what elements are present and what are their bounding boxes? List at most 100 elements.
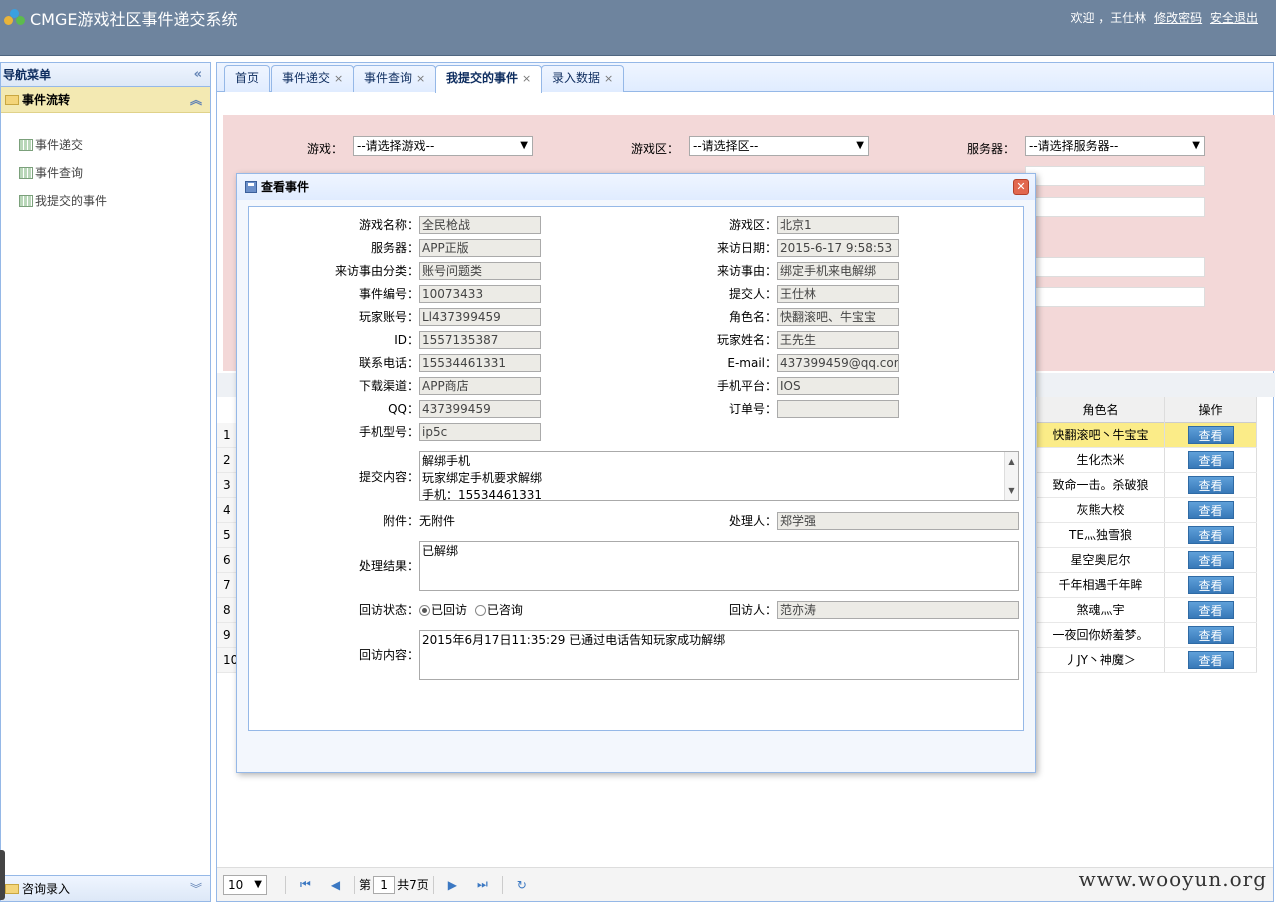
table-row[interactable]: 生化杰米 查看 — [1037, 448, 1257, 473]
table-row[interactable]: 煞魂灬宇 查看 — [1037, 598, 1257, 623]
email-field[interactable]: 437399459@qq.com — [777, 354, 899, 372]
next-page-icon[interactable]: ▶ — [448, 878, 457, 892]
view-button[interactable]: 查看 — [1187, 526, 1234, 544]
view-button[interactable]: 查看 — [1187, 626, 1234, 644]
pager-divider — [501, 875, 503, 894]
account-field[interactable]: Ll437399459 — [419, 308, 541, 326]
view-button[interactable]: 查看 — [1187, 576, 1234, 594]
close-icon[interactable]: ✕ — [1013, 179, 1029, 195]
scroll-up-icon[interactable]: ▲ — [1005, 453, 1018, 470]
table-row[interactable]: 星空奥尼尔 查看 — [1037, 548, 1257, 573]
server-select[interactable]: --请选择服务器-- ▼ — [1025, 136, 1205, 156]
event-no-field[interactable]: 10073433 — [419, 285, 541, 303]
order-field[interactable] — [777, 400, 899, 418]
qq-field[interactable]: 437399459 — [419, 400, 541, 418]
cubes-icon — [4, 9, 26, 27]
event-no-label: 事件编号： — [358, 287, 419, 301]
change-password-link[interactable]: 修改密码 — [1154, 11, 1202, 25]
table-row[interactable]: 灰熊大校 查看 — [1037, 498, 1257, 523]
platform-field[interactable]: IOS — [777, 377, 899, 395]
sidebar-item-label: 我提交的事件 — [35, 194, 108, 208]
collapse-left-icon[interactable]: « — [194, 63, 202, 87]
reason-category-field[interactable]: 账号问题类 — [419, 262, 541, 280]
game-select[interactable]: --请选择游戏-- ▼ — [353, 136, 533, 156]
scroll-down-icon[interactable]: ▼ — [1005, 482, 1018, 499]
sidebar-item-query-event[interactable]: 事件查询 — [1, 159, 210, 187]
tab-home[interactable]: 首页 — [224, 65, 271, 92]
dropdown-arrow-icon: ▼ — [520, 140, 528, 151]
view-button[interactable]: 查看 — [1187, 651, 1234, 669]
role-cell: 灰熊大校 — [1037, 498, 1165, 522]
visited-radio[interactable] — [419, 605, 430, 616]
server-field[interactable]: APP正版 — [419, 239, 541, 257]
id-field[interactable]: 1557135387 — [419, 331, 541, 349]
nav-group-consult[interactable]: 咨询录入 ︾ — [1, 875, 210, 901]
table-row[interactable]: 快翻滚吧丶牛宝宝 查看 — [1037, 423, 1257, 448]
tab-input-data[interactable]: 录入数据 × — [541, 65, 625, 92]
view-button[interactable]: 查看 — [1187, 501, 1234, 519]
close-icon[interactable]: × — [334, 72, 343, 85]
view-button[interactable]: 查看 — [1187, 426, 1234, 444]
page-size-select[interactable]: 10 ▼ — [223, 874, 267, 895]
first-page-icon[interactable]: ⏮ — [300, 877, 311, 892]
sidebar-item-my-events[interactable]: 我提交的事件 — [1, 187, 210, 215]
close-icon[interactable]: × — [416, 72, 425, 85]
tab-my-events[interactable]: 我提交的事件 × — [435, 65, 543, 93]
logout-link[interactable]: 安全退出 — [1210, 11, 1258, 25]
view-button[interactable]: 查看 — [1187, 601, 1234, 619]
handler-field[interactable]: 郑学强 — [777, 512, 1019, 530]
filter-input[interactable] — [1025, 287, 1205, 307]
view-button[interactable]: 查看 — [1187, 551, 1234, 569]
reason-field[interactable]: 绑定手机来电解绑 — [777, 262, 899, 280]
filter-input[interactable] — [1025, 197, 1205, 217]
game-name-field[interactable]: 全民枪战 — [419, 216, 541, 234]
dialog-title: 查看事件 — [261, 180, 310, 194]
close-icon[interactable]: × — [522, 72, 531, 85]
channel-field[interactable]: APP商店 — [419, 377, 541, 395]
sidebar-item-label: 事件递交 — [35, 138, 84, 152]
filter-input[interactable] — [1025, 166, 1205, 186]
resize-grip[interactable] — [0, 850, 5, 900]
filter-input[interactable] — [1025, 257, 1205, 277]
zone-select[interactable]: --请选择区-- ▼ — [689, 136, 869, 156]
sidebar-item-submit-event[interactable]: 事件递交 — [1, 131, 210, 159]
scrollbar[interactable]: ▲ ▼ — [1004, 452, 1018, 500]
welcome-text: 欢迎 ，王仕林 — [1070, 11, 1147, 25]
tab-query-event[interactable]: 事件查询 × — [353, 65, 437, 92]
table-row[interactable]: 致命一击。杀破狼 查看 — [1037, 473, 1257, 498]
nav-group-header[interactable]: 事件流转 ︽ — [1, 87, 210, 113]
close-icon[interactable]: × — [604, 72, 613, 85]
col-header-role[interactable]: 角色名 — [1037, 397, 1165, 423]
table-row[interactable]: 千年相遇千年眸 查看 — [1037, 573, 1257, 598]
last-page-icon[interactable]: ⏭ — [477, 877, 488, 892]
dialog-title-bar[interactable]: 查看事件 — [237, 174, 1035, 200]
submitter-field[interactable]: 王仕林 — [777, 285, 899, 303]
prev-page-icon[interactable]: ◀ — [331, 878, 340, 892]
model-field[interactable]: ip5c — [419, 423, 541, 441]
content-textarea[interactable]: 解绑手机 玩家绑定手机要求解绑 手机：15534461331 ▲ ▼ — [419, 451, 1019, 501]
view-button[interactable]: 查看 — [1187, 451, 1234, 469]
tab-submit-event[interactable]: 事件递交 × — [271, 65, 355, 92]
user-area: 欢迎 ，王仕林 修改密码 安全退出 — [1070, 9, 1258, 26]
visit-content-textarea[interactable]: 2015年6月17日11:35:29 已通过电话告知玩家成功解绑 — [419, 630, 1019, 680]
col-header-op[interactable]: 操作 — [1165, 397, 1257, 423]
visit-date-field[interactable]: 2015-6-17 9:58:53 — [777, 239, 899, 257]
attach-label: 附件： — [382, 514, 419, 528]
table-row[interactable]: 丿JY丶神魔＞ 查看 — [1037, 648, 1257, 673]
visitor-field[interactable]: 范亦涛 — [777, 601, 1019, 619]
zone-field[interactable]: 北京1 — [777, 216, 899, 234]
collapse-up-icon[interactable]: ︽ — [190, 87, 202, 113]
phone-field[interactable]: 15534461331 — [419, 354, 541, 372]
role-field[interactable]: 快翻滚吧、牛宝宝 — [777, 308, 899, 326]
player-name-field[interactable]: 王先生 — [777, 331, 899, 349]
table-row[interactable]: 一夜回你娇羞梦。 查看 — [1037, 623, 1257, 648]
view-button[interactable]: 查看 — [1187, 476, 1234, 494]
consulted-option-label: 已咨询 — [486, 603, 523, 617]
page-number-input[interactable]: 1 — [373, 875, 396, 894]
refresh-icon[interactable]: ↻ — [517, 878, 527, 892]
result-textarea[interactable]: 已解绑 — [419, 541, 1019, 591]
folder-icon — [5, 94, 19, 105]
consulted-radio[interactable] — [474, 605, 486, 616]
expand-down-icon[interactable]: ︾ — [190, 876, 202, 902]
table-row[interactable]: TE灬独雪狼 查看 — [1037, 523, 1257, 548]
